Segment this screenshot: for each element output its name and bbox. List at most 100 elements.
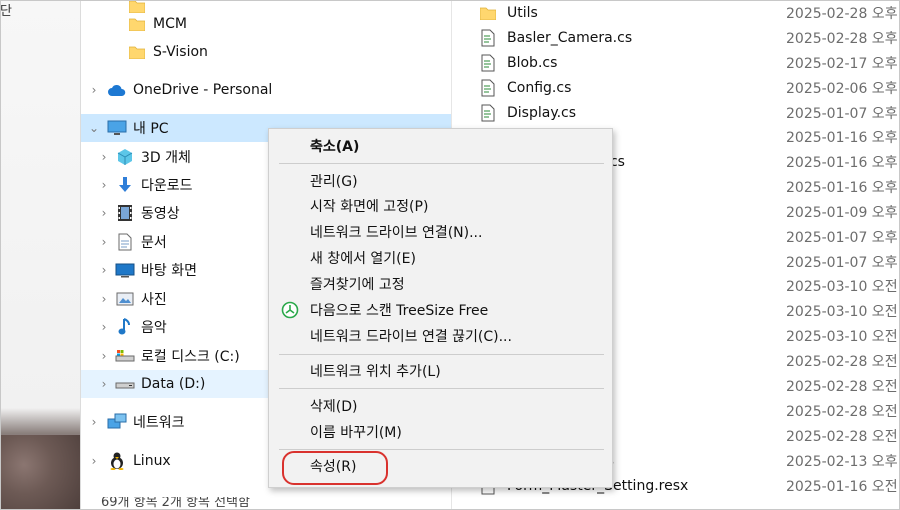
file-row[interactable]: Basler_Camera.cs 2025-02-28 오후 <box>471 25 900 50</box>
file-date: 2025-02-13 오후 <box>786 453 898 470</box>
file-date: 2025-02-28 오전 <box>786 378 898 395</box>
file-date: 2025-01-07 오후 <box>786 105 898 122</box>
file-name: Basler_Camera.cs <box>507 29 633 46</box>
nav-item-label: 음악 <box>141 320 167 336</box>
file-date: 2025-03-10 오전 <box>786 303 898 320</box>
document-icon <box>115 233 135 251</box>
chevron-down-icon[interactable]: ⌄ <box>87 121 101 135</box>
file-date: 2025-02-17 오후 <box>786 55 898 72</box>
nav-item-label: 문서 <box>141 235 167 251</box>
file-name: Utils <box>507 4 538 21</box>
menu-item-disconnect-network-drive[interactable]: 네트워크 드라이브 연결 끊기(C)... <box>269 323 612 349</box>
nav-item-mcm[interactable]: MCM <box>81 10 451 38</box>
file-date: 2025-02-28 오전 <box>786 403 898 420</box>
cs-file-icon <box>479 29 497 47</box>
nav-item-label: Data (D:) <box>141 376 206 392</box>
video-icon <box>115 204 135 222</box>
menu-item-delete[interactable]: 삭제(D) <box>269 393 612 419</box>
file-date: 2025-02-06 오후 <box>786 80 898 97</box>
folder-icon <box>127 43 147 61</box>
file-date: 2025-02-28 오전 <box>786 428 898 445</box>
file-date: 2025-02-28 오후 <box>786 5 898 22</box>
menu-item-treesize-scan[interactable]: 다음으로 스캔 TreeSize Free <box>269 297 612 323</box>
file-date: 2025-03-10 오전 <box>786 278 898 295</box>
chevron-right-icon[interactable]: › <box>87 415 101 429</box>
cs-file-icon <box>479 79 497 97</box>
chevron-right-icon[interactable]: › <box>97 150 111 164</box>
folder-icon <box>479 4 497 22</box>
nav-item-label: 내 PC <box>133 121 169 137</box>
menu-item-open-new-window[interactable]: 새 창에서 열기(E) <box>269 245 612 271</box>
file-date: 2025-01-16 오후 <box>786 129 898 146</box>
chevron-right-icon[interactable]: › <box>97 206 111 220</box>
nav-item-label: 로컬 디스크 (C:) <box>141 349 240 365</box>
nav-item-label: 네트워크 <box>133 415 185 431</box>
drive-icon <box>115 375 135 393</box>
menu-item-rename[interactable]: 이름 바꾸기(M) <box>269 419 612 445</box>
treesize-icon <box>280 300 300 320</box>
network-icon <box>107 413 127 431</box>
file-date: 2025-01-16 오후 <box>786 154 898 171</box>
nav-item-label: OneDrive - Personal <box>133 82 273 98</box>
menu-item-pin-quick-access[interactable]: 즐겨찾기에 고정 <box>269 271 612 297</box>
file-date: 2025-02-28 오전 <box>786 353 898 370</box>
nav-item-label: Linux <box>133 453 171 469</box>
computer-icon <box>107 119 127 137</box>
nav-item-label: 바탕 화면 <box>141 263 197 279</box>
chevron-right-icon[interactable]: › <box>87 454 101 468</box>
nav-item-label: 다운로드 <box>141 178 193 194</box>
folder-icon <box>127 15 147 33</box>
file-row[interactable]: Display.cs 2025-01-07 오후 <box>471 100 900 125</box>
file-date: 2025-01-16 오후 <box>786 179 898 196</box>
desktop-background: 단 <box>0 0 80 510</box>
menu-item-manage[interactable]: 관리(G) <box>269 168 612 194</box>
linux-icon <box>107 452 127 470</box>
menu-item-add-network-location[interactable]: 네트워크 위치 추가(L) <box>269 358 612 384</box>
music-icon <box>115 318 135 336</box>
nav-item-onedrive[interactable]: › OneDrive - Personal <box>81 76 451 104</box>
menu-separator <box>279 354 604 355</box>
file-name: Blob.cs <box>507 54 558 71</box>
file-date: 2025-01-07 오후 <box>786 229 898 246</box>
cs-file-icon <box>479 54 497 72</box>
menu-separator <box>279 388 604 389</box>
menu-item-map-network-drive[interactable]: 네트워크 드라이브 연결(N)... <box>269 219 612 245</box>
download-icon <box>115 176 135 194</box>
desktop-wallpaper <box>0 435 80 510</box>
file-date: 2025-01-07 오후 <box>786 254 898 271</box>
file-date: 2025-01-16 오전 <box>786 478 898 495</box>
nav-item-label: 사진 <box>141 292 167 308</box>
chevron-right-icon[interactable]: › <box>87 83 101 97</box>
status-bar: 69개 항목 2개 항목 선택함 <box>81 497 900 510</box>
file-date: 2025-01-09 오후 <box>786 204 898 221</box>
chevron-right-icon[interactable]: › <box>97 377 111 391</box>
menu-separator <box>279 163 604 164</box>
desktop-text-fragment: 단 <box>0 4 12 19</box>
chevron-right-icon[interactable]: › <box>97 349 111 363</box>
menu-item-collapse[interactable]: 축소(A) <box>269 133 612 159</box>
file-name: Config.cs <box>507 79 572 96</box>
nav-item-s-vision[interactable]: S-Vision <box>81 38 451 66</box>
picture-icon <box>115 290 135 308</box>
file-row-utils[interactable]: Utils 2025-02-28 오후 <box>471 0 900 25</box>
nav-item-label: 동영상 <box>141 206 180 222</box>
menu-item-pin-to-start[interactable]: 시작 화면에 고정(P) <box>269 193 612 219</box>
file-row[interactable]: Blob.cs 2025-02-17 오후 <box>471 50 900 75</box>
context-menu: 축소(A) 관리(G) 시작 화면에 고정(P) 네트워크 드라이브 연결(N)… <box>268 128 613 488</box>
file-row[interactable]: Config.cs 2025-02-06 오후 <box>471 75 900 100</box>
chevron-right-icon[interactable]: › <box>97 263 111 277</box>
nav-item-label: 3D 개체 <box>141 150 191 166</box>
chevron-right-icon[interactable]: › <box>97 292 111 306</box>
file-date: 2025-02-28 오후 <box>786 30 898 47</box>
file-date: 2025-03-10 오전 <box>786 328 898 345</box>
chevron-right-icon[interactable]: › <box>97 178 111 192</box>
cube-icon <box>115 148 135 166</box>
chevron-right-icon[interactable]: › <box>97 320 111 334</box>
nav-item-label: MCM <box>153 16 187 32</box>
status-text: 69개 항목 2개 항목 선택함 <box>101 497 250 510</box>
chevron-right-icon[interactable]: › <box>97 235 111 249</box>
menu-item-properties[interactable]: 속성(R) <box>269 453 612 479</box>
nav-item-label: S-Vision <box>153 44 208 60</box>
desktop-icon <box>115 261 135 279</box>
cloud-icon <box>107 81 127 99</box>
